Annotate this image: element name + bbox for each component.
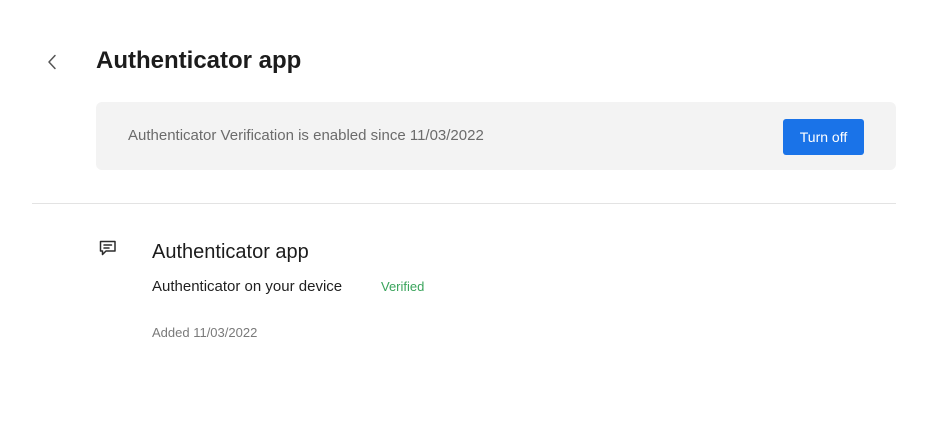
added-date: Added 11/03/2022 xyxy=(152,325,258,340)
status-badge: Verified xyxy=(381,279,425,294)
turn-off-button[interactable]: Turn off xyxy=(783,119,864,155)
method-title: Authenticator app xyxy=(152,241,309,263)
message-icon xyxy=(98,238,118,258)
chevron-left-icon xyxy=(46,54,58,70)
divider xyxy=(32,203,896,204)
banner-text: Authenticator Verification is enabled si… xyxy=(128,127,484,144)
status-banner: Authenticator Verification is enabled si… xyxy=(96,102,896,170)
method-description: Authenticator on your device xyxy=(152,278,343,295)
page-title: Authenticator app xyxy=(96,47,302,74)
back-button[interactable] xyxy=(38,48,66,76)
